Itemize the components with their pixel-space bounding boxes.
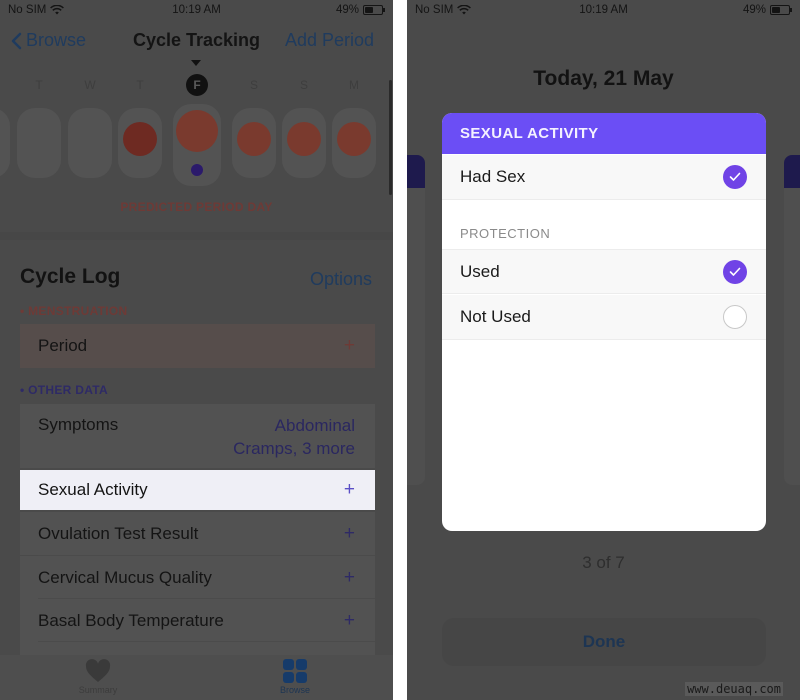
ovulation-test-label: Ovulation Test Result	[38, 523, 199, 543]
ovulation-test-row[interactable]: Ovulation Test Result +	[20, 512, 375, 555]
watermark: www.deuaq.com	[685, 682, 783, 696]
scrollbar[interactable]	[389, 80, 392, 195]
card-header	[784, 155, 800, 188]
battery-icon	[363, 5, 385, 15]
weekday-label[interactable]: W	[78, 78, 102, 92]
empty-circle-icon	[723, 305, 747, 329]
status-bar: No SIM 10:19 AM 49%	[0, 0, 393, 22]
not-used-label: Not Used	[460, 307, 531, 326]
tab-bar: Summary Browse	[0, 655, 393, 700]
battery-status: 49%	[335, 4, 385, 16]
card-title: SEXUAL ACTIVITY	[442, 113, 766, 154]
previous-card-peek[interactable]	[407, 155, 425, 485]
day-cell[interactable]	[232, 108, 276, 178]
day-cell[interactable]	[17, 108, 61, 178]
plus-icon: +	[343, 522, 355, 544]
options-button[interactable]: Options	[310, 269, 372, 290]
period-predicted-dot	[176, 110, 218, 152]
navigation-bar: Browse Cycle Tracking Add Period	[0, 24, 393, 58]
sexual-activity-card: SEXUAL ACTIVITY Had Sex PROTECTION Used …	[442, 113, 766, 531]
weekday-label[interactable]: S	[292, 78, 316, 92]
predicted-period-label: PREDICTED PERIOD DAY	[120, 200, 273, 214]
plus-icon: +	[343, 335, 355, 356]
period-row[interactable]: Period +	[20, 324, 375, 368]
heart-icon	[85, 659, 111, 682]
cervical-mucus-label: Cervical Mucus Quality	[38, 567, 212, 587]
done-button[interactable]: Done	[442, 618, 766, 666]
date-title: Today, 21 May	[533, 67, 674, 90]
page-indicator: 3 of 7	[582, 553, 625, 572]
symptoms-value-line2: Cramps, 3 more	[233, 439, 355, 458]
period-label: Period	[38, 336, 88, 355]
protection-section-label: PROTECTION	[460, 226, 551, 241]
period-predicted-dot	[287, 122, 321, 156]
protection-used-option[interactable]: Used	[442, 249, 766, 294]
tab-browse-label: Browse	[279, 685, 310, 695]
plus-icon: +	[343, 609, 355, 631]
symptoms-value-line1: Abdominal	[274, 416, 355, 435]
checkmark-icon	[723, 259, 747, 284]
weekday-label[interactable]: S	[242, 78, 266, 92]
had-sex-option[interactable]: Had Sex	[442, 155, 766, 200]
screenshot-stage: No SIM 10:19 AM 49% Browse Cycle Trackin…	[0, 0, 800, 700]
battery-percent: 49%	[742, 4, 766, 16]
next-card-peek[interactable]	[784, 155, 800, 485]
weekday-label[interactable]: M	[342, 78, 366, 92]
symptoms-row[interactable]: Symptoms Abdominal Cramps, 3 more	[20, 404, 375, 468]
sexual-activity-label: Sexual Activity	[38, 480, 148, 499]
cycle-tracking-screen: No SIM 10:19 AM 49% Browse Cycle Trackin…	[0, 0, 393, 700]
other-data-group-label: • OTHER DATA	[20, 383, 109, 397]
day-cell[interactable]	[173, 104, 221, 186]
tab-summary-label: Summary	[78, 685, 118, 695]
battery-percent: 49%	[335, 4, 359, 16]
day-cell-partial[interactable]	[0, 108, 10, 178]
symptoms-value: Abdominal Cramps, 3 more	[233, 414, 355, 460]
battery-status: 49%	[742, 4, 792, 16]
data-logged-dot	[191, 164, 203, 176]
day-cells-strip[interactable]	[0, 104, 393, 188]
day-cell[interactable]	[282, 108, 326, 178]
used-label: Used	[460, 261, 500, 281]
status-bar: No SIM 10:19 AM 49%	[407, 0, 800, 22]
battery-icon	[770, 5, 792, 15]
tab-summary[interactable]: Summary	[58, 659, 138, 695]
cycle-log-title: Cycle Log	[20, 265, 121, 288]
symptoms-label: Symptoms	[38, 415, 119, 434]
card-header	[407, 155, 425, 188]
section-divider	[0, 232, 393, 240]
clock: 10:19 AM	[579, 4, 628, 16]
tab-browse[interactable]: Browse	[255, 659, 335, 695]
clock: 10:19 AM	[172, 4, 221, 16]
plus-icon: +	[343, 479, 355, 500]
plus-icon: +	[343, 566, 355, 588]
weekday-label-selected[interactable]: F	[186, 74, 208, 96]
protection-not-used-option[interactable]: Not Used	[442, 295, 766, 340]
day-cell[interactable]	[118, 108, 162, 178]
sexual-activity-row[interactable]: Sexual Activity +	[20, 470, 375, 510]
checkmark-icon	[723, 165, 747, 189]
had-sex-label: Had Sex	[460, 167, 526, 186]
grid-icon	[283, 659, 307, 683]
list-row-partial	[20, 642, 375, 656]
day-cell[interactable]	[332, 108, 376, 178]
weekday-strip: TWTFSSM	[0, 74, 393, 96]
sexual-activity-screen: No SIM 10:19 AM 49% Today, 21 May SEXUAL…	[407, 0, 800, 700]
cervical-mucus-row[interactable]: Cervical Mucus Quality +	[20, 556, 375, 599]
add-period-button[interactable]: Add Period	[285, 30, 374, 51]
day-cell[interactable]	[68, 108, 112, 178]
basal-body-temperature-label: Basal Body Temperature	[38, 610, 224, 630]
period-predicted-dot	[237, 122, 271, 156]
basal-body-temperature-row[interactable]: Basal Body Temperature +	[20, 599, 375, 642]
weekday-label[interactable]: T	[128, 78, 152, 92]
period-logged-dot	[123, 122, 157, 156]
menstruation-group-label: • MENSTRUATION	[20, 304, 128, 318]
period-predicted-dot	[337, 122, 371, 156]
today-pointer-icon	[191, 60, 201, 66]
weekday-label[interactable]: T	[27, 78, 51, 92]
